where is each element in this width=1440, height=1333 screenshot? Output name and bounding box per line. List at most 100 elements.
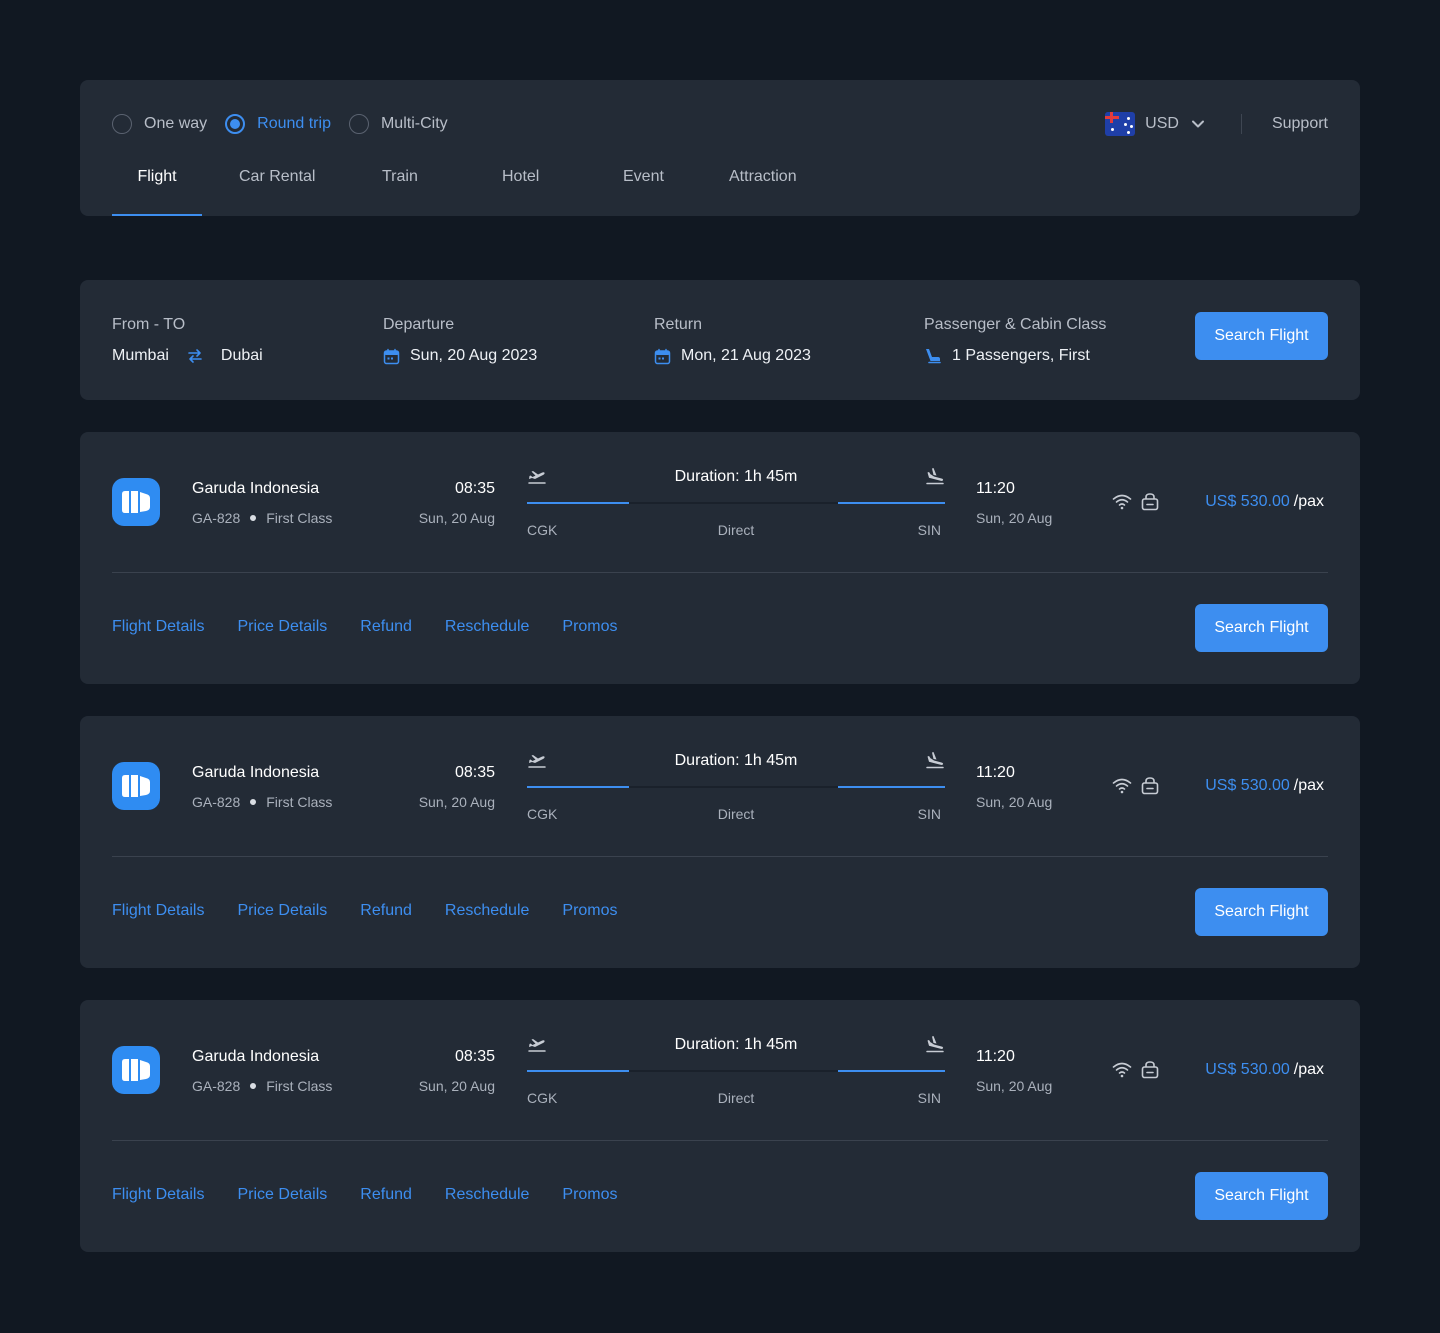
booking-header-panel: One way Round trip Multi-City USD Suppor… (80, 80, 1360, 216)
header-divider (1240, 114, 1242, 134)
price-details-link[interactable]: Price Details (237, 618, 327, 636)
swap-icon[interactable] (187, 348, 203, 364)
baggage-icon (1140, 1060, 1160, 1080)
card-divider (112, 856, 1328, 857)
flight-details-link[interactable]: Flight Details (112, 902, 204, 920)
departure-info: 08:35 Sun, 20 Aug (419, 480, 495, 526)
radio-multi-city[interactable]: Multi-City (348, 114, 448, 134)
tab-label: Train (382, 168, 418, 185)
destination-code: SIN (917, 806, 941, 822)
price-amount: US$ 530.00 (1205, 1061, 1290, 1078)
price-unit: /pax (1293, 1061, 1324, 1078)
departure-date: Sun, 20 Aug (418, 510, 495, 526)
arrival-date: Sun, 20 Aug (976, 1078, 1053, 1094)
amenities (1112, 776, 1168, 796)
departure-field[interactable]: Departure Sun, 20 Aug 2023 (383, 316, 537, 366)
tab-flight[interactable]: Flight (112, 160, 202, 216)
australia-flag-icon (1105, 112, 1136, 136)
wifi-icon (1112, 493, 1132, 511)
detail-links: Flight Details Price Details Refund Resc… (112, 618, 651, 636)
passenger-label: Passenger & Cabin Class (924, 316, 1107, 333)
flight-duration: Duration: 1h 45m (674, 752, 798, 769)
cabin-class: First Class (266, 794, 333, 810)
flight-result-card: Garuda Indonesia GA-828 First Class 08:3… (80, 432, 1360, 684)
tab-label: Hotel (502, 168, 540, 185)
flight-duration: Duration: 1h 45m (674, 468, 798, 485)
support-link[interactable]: Support (1272, 115, 1328, 133)
tab-label: Car Rental (239, 168, 316, 185)
radio-round-trip[interactable]: Round trip (225, 114, 331, 134)
route-progress-left (527, 502, 629, 504)
calendar-icon (654, 348, 671, 365)
stops-label: Direct (717, 522, 755, 538)
chevron-down-icon[interactable] (1187, 113, 1209, 135)
wifi-icon (1112, 1061, 1132, 1079)
route-progress-right (838, 786, 945, 788)
refund-link[interactable]: Refund (360, 1186, 412, 1204)
search-flight-button[interactable]: Search Flight (1195, 604, 1328, 652)
flight-details-link[interactable]: Flight Details (112, 618, 204, 636)
tab-car-rental[interactable]: Car Rental (239, 160, 335, 216)
airline-info: Garuda Indonesia GA-828 First Class (192, 1048, 332, 1094)
departure-time: 08:35 (454, 480, 495, 497)
departure-date: Sun, 20 Aug (418, 1078, 495, 1094)
arrival-date: Sun, 20 Aug (976, 510, 1053, 526)
refund-link[interactable]: Refund (360, 902, 412, 920)
amenities (1112, 492, 1168, 512)
reschedule-link[interactable]: Reschedule (445, 618, 530, 636)
airline-info: Garuda Indonesia GA-828 First Class (192, 764, 332, 810)
arrival-info: 11:20 Sun, 20 Aug (976, 764, 1052, 810)
price: US$ 530.00 /pax (1205, 1060, 1324, 1080)
departure-info: 08:35 Sun, 20 Aug (419, 764, 495, 810)
tab-event[interactable]: Event (623, 160, 729, 216)
landing-icon (925, 750, 945, 775)
calendar-icon (383, 348, 400, 365)
passenger-field[interactable]: Passenger & Cabin Class 1 Passengers, Fi… (924, 316, 1106, 366)
departure-time: 08:35 (454, 1048, 495, 1065)
price-unit: /pax (1293, 493, 1324, 510)
departure-value: Sun, 20 Aug 2023 (410, 347, 538, 364)
route-timeline: Duration: 1h 45m CGK Direct SIN (527, 466, 945, 538)
flight-number: GA-828 (192, 510, 241, 526)
landing-icon (925, 466, 945, 491)
arrival-info: 11:20 Sun, 20 Aug (976, 1048, 1052, 1094)
tab-train[interactable]: Train (382, 160, 502, 216)
refund-link[interactable]: Refund (360, 618, 412, 636)
reschedule-link[interactable]: Reschedule (445, 902, 530, 920)
radio-circle-icon[interactable] (225, 114, 246, 134)
airline-name: Garuda Indonesia (192, 764, 320, 781)
destination-value[interactable]: Dubai (221, 347, 263, 365)
airline-name: Garuda Indonesia (192, 1048, 320, 1065)
promos-link[interactable]: Promos (562, 1186, 617, 1204)
route-timeline: Duration: 1h 45m CGK Direct SIN (527, 1034, 945, 1106)
search-flight-button[interactable]: Search Flight (1195, 1172, 1328, 1220)
return-field[interactable]: Return Mon, 21 Aug 2023 (654, 316, 811, 366)
promos-link[interactable]: Promos (562, 902, 617, 920)
reschedule-link[interactable]: Reschedule (445, 1186, 530, 1204)
radio-one-way[interactable]: One way (112, 114, 207, 134)
route-timeline: Duration: 1h 45m CGK Direct SIN (527, 750, 945, 822)
price-details-link[interactable]: Price Details (237, 1186, 327, 1204)
radio-circle-icon[interactable] (348, 114, 369, 134)
price-unit: /pax (1293, 777, 1324, 794)
price-details-link[interactable]: Price Details (237, 902, 327, 920)
tab-attraction[interactable]: Attraction (729, 160, 849, 216)
promos-link[interactable]: Promos (562, 618, 617, 636)
search-flight-button[interactable]: Search Flight (1195, 312, 1328, 360)
cabin-class: First Class (266, 510, 333, 526)
tab-label: Event (623, 168, 664, 185)
departure-label: Departure (383, 316, 455, 333)
airline-name: Garuda Indonesia (192, 480, 320, 497)
origin-value[interactable]: Mumbai (112, 347, 169, 365)
radio-circle-icon[interactable] (112, 114, 132, 134)
tab-hotel[interactable]: Hotel (502, 160, 623, 216)
currency-label[interactable]: USD (1145, 115, 1179, 133)
flight-result-card: Garuda Indonesia GA-828 First Class 08:3… (80, 716, 1360, 968)
route-field[interactable]: From - TO Mumbai Dubai (112, 316, 263, 366)
flight-result-card: Garuda Indonesia GA-828 First Class 08:3… (80, 1000, 1360, 1252)
airline-logo-icon (112, 762, 160, 810)
price: US$ 530.00 /pax (1205, 776, 1324, 796)
search-flight-button[interactable]: Search Flight (1195, 888, 1328, 936)
flight-details-link[interactable]: Flight Details (112, 1186, 204, 1204)
separator-dot (250, 515, 257, 521)
